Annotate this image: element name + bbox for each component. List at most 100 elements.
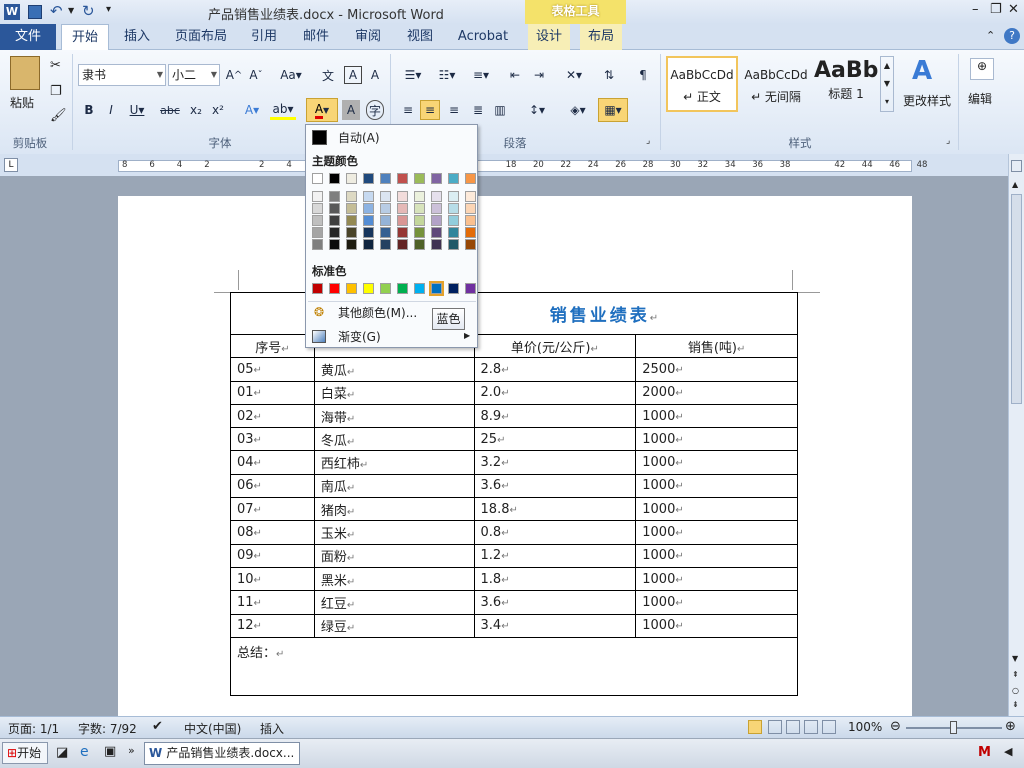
theme-shade-swatch[interactable] bbox=[431, 239, 442, 250]
sales-table[interactable]: 销售业绩表↵ 序号↵ 单价(元/公斤)↵ 销售(吨)↵ 05↵ 黄瓜↵ 2.8↵ 25… bbox=[230, 292, 798, 696]
tray-app-icon[interactable]: M bbox=[978, 745, 991, 760]
table-cell-id[interactable]: 12↵ bbox=[230, 613, 315, 638]
theme-shade-swatch[interactable] bbox=[363, 239, 374, 250]
theme-shade-swatch[interactable] bbox=[431, 191, 442, 202]
customize-qat-icon[interactable]: ▾ bbox=[106, 4, 111, 15]
table-cell-price[interactable]: 8.9↵ bbox=[473, 403, 637, 429]
theme-shade-swatch[interactable] bbox=[397, 203, 408, 214]
redo-icon[interactable]: ↻ bbox=[82, 2, 95, 20]
theme-color-swatch[interactable] bbox=[363, 173, 374, 184]
draft-view-icon[interactable] bbox=[822, 720, 836, 734]
enclose-char-icon[interactable]: 字 bbox=[366, 100, 384, 120]
standard-color-swatch[interactable] bbox=[448, 283, 459, 294]
italic-button[interactable]: I bbox=[102, 100, 120, 120]
scroll-down-icon[interactable]: ▼ bbox=[1012, 654, 1018, 663]
table-cell-sales[interactable]: 1000↵ bbox=[635, 427, 798, 452]
restore-icon[interactable]: ❐ bbox=[990, 2, 1002, 17]
status-insert-mode[interactable]: 插入 bbox=[260, 720, 284, 737]
vertical-scrollbar[interactable]: ▲ ▼ ⇞ ○ ⇟ bbox=[1008, 154, 1024, 716]
quicklaunch-more-icon[interactable]: » bbox=[128, 744, 135, 757]
help-icon[interactable]: ? bbox=[1004, 28, 1020, 44]
theme-shade-swatch[interactable] bbox=[346, 239, 357, 250]
clear-format-icon[interactable]: A bbox=[366, 66, 384, 84]
table-row[interactable]: 04↵ 西红柿↵ 3.2↵ 1000↵ bbox=[230, 450, 798, 475]
char-border-icon[interactable]: A bbox=[344, 66, 362, 84]
theme-shade-swatch[interactable] bbox=[346, 191, 357, 202]
table-cell-name[interactable]: 猪肉↵ bbox=[313, 497, 475, 522]
table-row[interactable]: 08↵ 玉米↵ 0.8↵ 1000↵ bbox=[230, 520, 798, 545]
table-cell-id[interactable]: 09↵ bbox=[230, 543, 315, 568]
tab-view[interactable]: 视图 bbox=[400, 24, 440, 50]
theme-shade-swatch[interactable] bbox=[346, 203, 357, 214]
next-page-icon[interactable]: ⇟ bbox=[1012, 700, 1019, 709]
theme-shade-swatch[interactable] bbox=[329, 239, 340, 250]
theme-shade-swatch[interactable] bbox=[363, 203, 374, 214]
align-left-icon[interactable]: ≡ bbox=[398, 100, 418, 120]
strikethrough-button[interactable]: abc bbox=[158, 100, 182, 120]
increase-indent-icon[interactable]: ⇥ bbox=[528, 66, 550, 84]
table-cell-id[interactable]: 01↵ bbox=[230, 380, 315, 405]
theme-shade-swatch[interactable] bbox=[431, 203, 442, 214]
outline-view-icon[interactable] bbox=[804, 720, 818, 734]
table-cell-sales[interactable]: 1000↵ bbox=[635, 566, 798, 592]
table-row[interactable]: 12↵ 绿豆↵ 3.4↵ 1000↵ bbox=[230, 613, 798, 638]
tab-mailings[interactable]: 邮件 bbox=[296, 24, 336, 50]
chinese-layout-icon[interactable]: ✕▾ bbox=[560, 66, 588, 84]
summary-row[interactable]: 总结：↵ bbox=[230, 636, 798, 696]
style-heading-1[interactable]: AaBb 标题 1 bbox=[814, 56, 878, 112]
table-cell-name[interactable]: 红豆↵ bbox=[313, 590, 475, 615]
zoom-out-icon[interactable]: ⊖ bbox=[890, 719, 901, 734]
undo-dropdown-icon[interactable]: ▼ bbox=[68, 6, 74, 15]
status-page[interactable]: 页面: 1/1 bbox=[8, 720, 59, 737]
theme-shade-swatch[interactable] bbox=[448, 215, 459, 226]
media-icon[interactable]: ▣ bbox=[104, 744, 116, 759]
undo-icon[interactable]: ↶ bbox=[50, 2, 63, 20]
standard-color-swatch[interactable] bbox=[363, 283, 374, 294]
theme-shade-swatch[interactable] bbox=[431, 215, 442, 226]
theme-shade-swatch[interactable] bbox=[448, 203, 459, 214]
standard-color-swatch[interactable] bbox=[414, 283, 425, 294]
theme-shade-swatch[interactable] bbox=[329, 191, 340, 202]
styles-dialog-icon[interactable]: ⌟ bbox=[946, 136, 950, 146]
table-cell-sales[interactable]: 1000↵ bbox=[635, 403, 798, 429]
justify-icon[interactable]: ≣ bbox=[468, 100, 488, 120]
theme-shade-swatch[interactable] bbox=[465, 227, 476, 238]
taskbar-word-window[interactable]: W 产品销售业绩表.docx... bbox=[144, 742, 300, 765]
theme-color-swatch[interactable] bbox=[312, 173, 323, 184]
standard-color-swatch[interactable] bbox=[312, 283, 323, 294]
table-cell-price[interactable]: 3.2↵ bbox=[473, 450, 637, 475]
table-cell-sales[interactable]: 1000↵ bbox=[635, 543, 798, 568]
tab-selector-icon[interactable]: L bbox=[4, 158, 18, 172]
theme-shade-swatch[interactable] bbox=[431, 227, 442, 238]
find-binoculars-icon[interactable]: ⊕ bbox=[970, 58, 994, 80]
full-screen-view-icon[interactable] bbox=[768, 720, 782, 734]
standard-color-swatch[interactable] bbox=[465, 283, 476, 294]
table-cell-sales[interactable]: 1000↵ bbox=[635, 473, 798, 499]
table-cell-name[interactable]: 黑米↵ bbox=[313, 566, 475, 592]
copy-icon[interactable]: ❐ bbox=[50, 84, 62, 99]
shrink-font-icon[interactable]: Aˇ bbox=[246, 66, 266, 84]
tab-review[interactable]: 审阅 bbox=[348, 24, 388, 50]
minimize-icon[interactable]: – bbox=[972, 2, 979, 17]
align-right-icon[interactable]: ≡ bbox=[444, 100, 464, 120]
style-normal[interactable]: AaBbCcDd ↵ 正文 bbox=[666, 56, 738, 112]
table-cell-id[interactable]: 11↵ bbox=[230, 590, 315, 615]
scroll-thumb[interactable] bbox=[1011, 194, 1022, 404]
table-cell-id[interactable]: 05↵ bbox=[230, 357, 315, 382]
table-row[interactable]: 06↵ 南瓜↵ 3.6↵ 1000↵ bbox=[230, 473, 798, 499]
font-name-combo[interactable]: 隶书 ▼ bbox=[78, 64, 166, 86]
table-row[interactable]: 09↵ 面粉↵ 1.2↵ 1000↵ bbox=[230, 543, 798, 568]
ie-icon[interactable]: e bbox=[80, 744, 89, 760]
table-cell-sales[interactable]: 1000↵ bbox=[635, 520, 798, 545]
table-cell-sales[interactable]: 1000↵ bbox=[635, 497, 798, 522]
table-cell-name[interactable]: 冬瓜↵ bbox=[313, 427, 475, 452]
table-cell-id[interactable]: 04↵ bbox=[230, 450, 315, 475]
table-cell-id[interactable]: 03↵ bbox=[230, 427, 315, 452]
split-icon[interactable] bbox=[1011, 160, 1022, 172]
table-cell-id[interactable]: 07↵ bbox=[230, 497, 315, 522]
zoom-in-icon[interactable]: ⊕ bbox=[1005, 719, 1016, 734]
table-row[interactable]: 01↵ 白菜↵ 2.0↵ 2000↵ bbox=[230, 380, 798, 405]
table-cell-id[interactable]: 08↵ bbox=[230, 520, 315, 545]
theme-shade-swatch[interactable] bbox=[380, 203, 391, 214]
grow-font-icon[interactable]: A ^ bbox=[224, 66, 244, 84]
